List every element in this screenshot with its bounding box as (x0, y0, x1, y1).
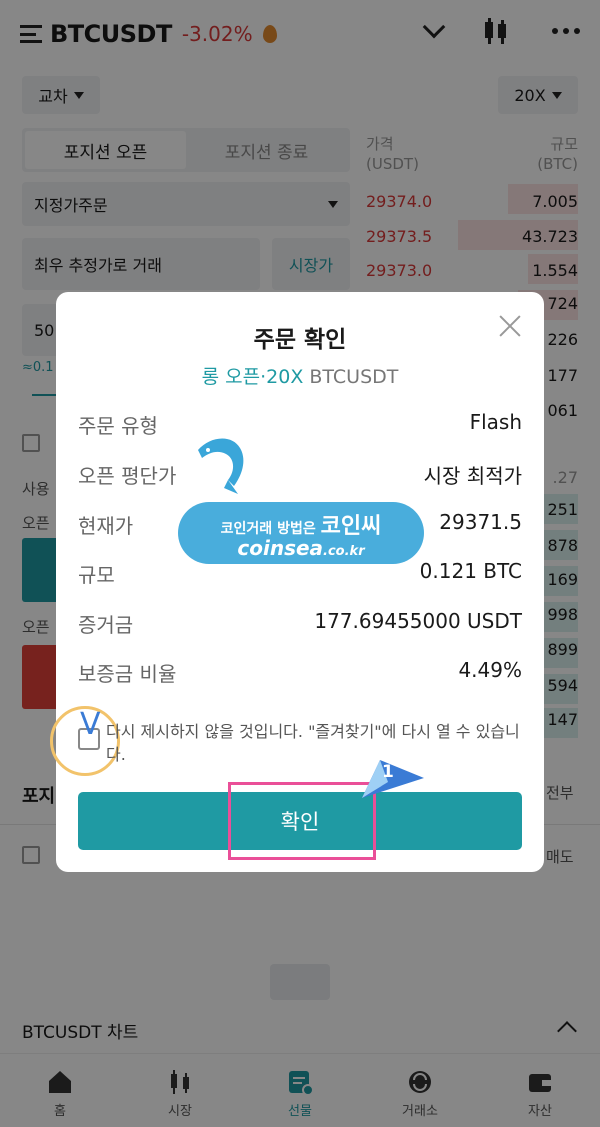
detail-key: 규모 (78, 563, 115, 587)
watermark-tld: .co.kr (323, 544, 365, 559)
detail-value: 4.49% (458, 658, 522, 682)
detail-row-margin: 증거금 177.69455000 USDT (78, 609, 522, 638)
order-summary: 롱 오픈·20X BTCUSDT (56, 362, 544, 389)
dont-show-again-label[interactable]: 다시 제시하지 않을 것입니다. "즐겨찾기"에 다시 열 수 있습니다. (106, 720, 526, 766)
detail-key: 현재가 (78, 514, 134, 538)
detail-key: 주문 유형 (78, 414, 158, 438)
detail-key: 보증금 비율 (78, 662, 177, 686)
detail-value: 29371.5 (439, 510, 522, 534)
order-side: 롱 오픈 (201, 366, 261, 388)
step-number: 1 (382, 762, 394, 782)
watermark-domain-name: coinsea (237, 536, 324, 560)
dolphin-icon (198, 438, 244, 494)
dialog-title: 주문 확인 (253, 327, 347, 353)
detail-key: 오픈 평단가 (78, 464, 177, 488)
detail-row-margin-ratio: 보증금 비율 4.49% (78, 658, 522, 687)
watermark-prefix: 코인거래 방법은 (220, 521, 316, 537)
order-leverage: 20X (266, 366, 304, 388)
close-icon[interactable] (498, 314, 522, 338)
detail-value: 시장 최적가 (423, 464, 522, 488)
order-confirm-dialog: 주문 확인 롱 오픈·20X BTCUSDT 주문 유형 Flash 오픈 평단… (50, 292, 544, 872)
checkmark-icon: V (80, 707, 101, 742)
highlight-box (228, 782, 376, 860)
detail-key: 증거금 (78, 613, 134, 637)
detail-value: Flash (469, 410, 522, 434)
coinsea-watermark-logo: 코인거래 방법은 코인씨 coinsea.co.kr (178, 432, 424, 592)
watermark-domain: coinsea.co.kr (178, 536, 424, 560)
order-pair: BTCUSDT (309, 366, 399, 388)
detail-value: 177.69455000 USDT (314, 609, 522, 633)
detail-value: 0.121 BTC (419, 559, 522, 583)
